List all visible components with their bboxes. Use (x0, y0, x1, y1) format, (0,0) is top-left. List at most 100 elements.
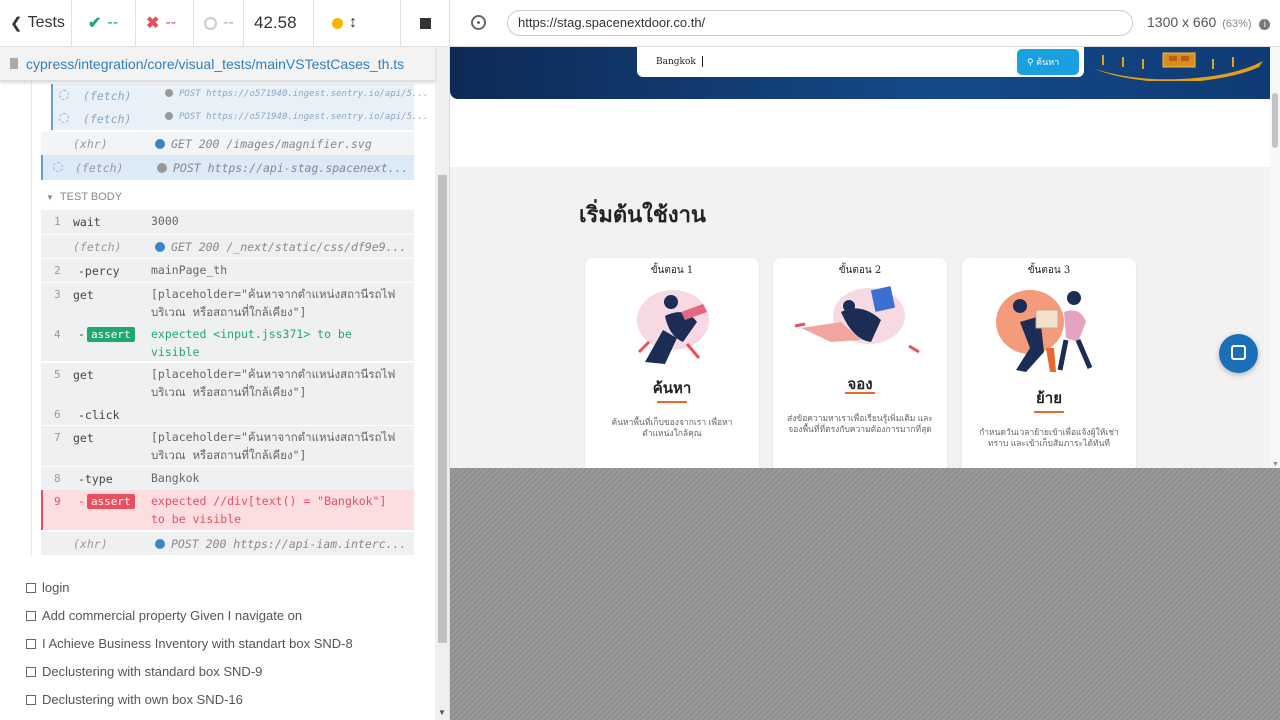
check-icon: ✔ (88, 15, 102, 32)
command-message: [placeholder="ค้นหาจากตำแหน่งสถานีรถไฟ บ… (151, 367, 396, 399)
reporter-scrollbar-thumb[interactable] (438, 175, 447, 643)
command-number: 4 (54, 328, 61, 341)
chat-launcher-button[interactable] (1219, 334, 1258, 373)
failed-count: ✖ -- (136, 0, 194, 46)
boat-illustration (1095, 52, 1263, 81)
test-title: I Achieve Business Inventory with standa… (42, 636, 353, 651)
search-input[interactable]: Bangkok (656, 57, 696, 67)
url-bar[interactable]: https://stag.spacenextdoor.co.th/ (507, 10, 1133, 36)
step-card-search: ขั้นตอน 1 ค้นหา ค้นหาพื้นที่เก็บของจากเร… (585, 258, 759, 468)
command-name: (xhr) (73, 137, 108, 151)
command-number: 6 (54, 408, 61, 421)
command-message: expected <input.jss371> to be visible (151, 327, 352, 359)
command-message: mainPage_th (151, 263, 228, 277)
command-row-type[interactable]: 8 -type Bangkok (41, 467, 414, 490)
command-number: 7 (54, 431, 61, 444)
viewport-scale: (63%) (1222, 18, 1252, 30)
command-row-click[interactable]: 6 -click (41, 403, 414, 425)
step-card-move: ขั้นตอน 3 ย้าย กำหนดวันเวลาย้ายเข้าเพื่อ… (962, 258, 1136, 468)
command-row-get[interactable]: 3 get [placeholder="ค้นหาจากตำแหน่งสถานี… (41, 283, 414, 323)
stop-icon (420, 17, 431, 29)
text-cursor (702, 56, 703, 67)
aut-scrollbar[interactable]: ▼ (1270, 47, 1280, 468)
spec-path-bar: cypress/integration/core/visual_tests/ma… (0, 47, 435, 81)
test-item[interactable]: Add commercial property Given I navigate… (26, 608, 302, 623)
command-row-fetch[interactable]: (fetch) POST https://o571940.ingest.sent… (51, 84, 428, 107)
command-row-get[interactable]: 7 get [placeholder="ค้นหาจากตำแหน่งสถานี… (41, 426, 414, 466)
command-row-percy[interactable]: 2 -percy mainPage_th (41, 259, 414, 282)
search-person-illustration (637, 290, 709, 364)
test-body-header[interactable]: ▼ TEST BODY (46, 191, 122, 203)
pending-count: -- (194, 0, 244, 46)
command-row-assert[interactable]: 4 - assert expected <input.jss371> to be … (41, 323, 414, 361)
aut-scrollbar-thumb[interactable] (1272, 93, 1278, 148)
command-row-fetch[interactable]: (fetch) GET 200 /_next/static/css/df9e9.… (41, 235, 414, 258)
tests-button[interactable]: ❮ Tests (0, 0, 72, 46)
scroll-down-arrow-icon[interactable]: ▼ (1272, 461, 1279, 468)
checkbox-icon (26, 582, 36, 593)
command-row-assert-failed[interactable]: 9 - assert expected //div[text() = "Bangk… (41, 490, 414, 530)
command-row-xhr[interactable]: (xhr) POST 200 https://api-iam.interc... (41, 532, 414, 555)
test-title: Declustering with standard box SND-9 (42, 664, 263, 679)
command-row-fetch[interactable]: (fetch) POST https://o571940.ingest.sent… (51, 107, 428, 130)
command-name: get (73, 288, 94, 302)
status-dot-icon (332, 17, 343, 29)
checkbox-icon (26, 694, 36, 705)
step-title: ค้นหา (652, 380, 692, 397)
command-name: wait (73, 215, 101, 229)
test-title: Declustering with own box SND-16 (42, 692, 243, 707)
command-name: (xhr) (73, 537, 108, 551)
test-item[interactable]: login (26, 580, 69, 595)
caret-down-icon: ▼ (46, 193, 54, 202)
search-icon: ⚲ (1027, 57, 1034, 67)
command-row-fetch[interactable]: (fetch) POST https://api-stag.spacenext.… (41, 155, 414, 180)
test-item[interactable]: I Achieve Business Inventory with standa… (26, 636, 353, 651)
selector-playground-icon[interactable] (471, 15, 486, 30)
command-row-wait[interactable]: 1 wait 3000 (41, 210, 414, 234)
aut-header: https://stag.spacenextdoor.co.th/ 1300 x… (450, 0, 1280, 47)
spec-path-link[interactable]: cypress/integration/core/visual_tests/ma… (26, 56, 404, 72)
viewport-size: 1300 x 660 (1147, 14, 1217, 30)
auto-scroll-icon[interactable]: ↕ (349, 14, 357, 32)
search-button[interactable]: ⚲ ค้นหา (1017, 49, 1079, 75)
search-button-label: ค้นหา (1036, 57, 1060, 67)
test-item[interactable]: Declustering with own box SND-16 (26, 692, 243, 707)
test-title: Add commercial property Given I navigate… (42, 608, 303, 623)
cypress-runner: ❮ Tests ✔ -- ✖ -- -- 42.58 ↕ cypress/int… (0, 0, 1280, 720)
passed-value: -- (107, 14, 119, 31)
suite-guide-line (31, 81, 32, 556)
test-item[interactable]: Declustering with standard box SND-9 (26, 664, 262, 679)
command-row-xhr[interactable]: (xhr) GET 200 /images/magnifier.svg (41, 132, 414, 155)
assert-badge: assert (86, 327, 135, 342)
command-name: get (73, 431, 94, 445)
spinner-icon (59, 113, 69, 123)
step-label: ขั้นตอน 2 (838, 265, 882, 276)
command-name: (fetch) (73, 240, 122, 254)
command-message: 3000 (151, 214, 179, 228)
step-title: ย้าย (1035, 390, 1062, 407)
command-name: (fetch) (83, 89, 132, 103)
tests-label: Tests (27, 14, 65, 31)
command-name: (fetch) (75, 161, 124, 175)
command-number: 8 (54, 472, 61, 485)
command-name: - assert (78, 327, 135, 342)
command-message: [placeholder="ค้นหาจากตำแหน่งสถานีรถไฟ บ… (151, 430, 396, 462)
command-name: (fetch) (83, 112, 132, 126)
command-row-get[interactable]: 5 get [placeholder="ค้นหาจากตำแหน่งสถานี… (41, 363, 414, 403)
stats-bar: ❮ Tests ✔ -- ✖ -- -- 42.58 ↕ (0, 0, 449, 47)
step-divider (657, 401, 687, 403)
test-title: login (42, 580, 70, 595)
duration: 42.58 (244, 0, 314, 46)
command-message: [placeholder="ค้นหาจากตำแหน่งสถานีรถไฟ บ… (151, 287, 396, 319)
chevron-left-icon: ❮ (10, 15, 23, 32)
file-icon (10, 58, 18, 69)
scroll-down-arrow-icon[interactable]: ▼ (438, 708, 446, 717)
info-icon[interactable]: i (1259, 19, 1271, 30)
command-message: expected //div[text() = "Bangkok"] to be… (151, 494, 387, 526)
controls: ↕ (314, 0, 400, 46)
command-message: GET 200 /images/magnifier.svg (155, 137, 372, 151)
command-log: (fetch) POST https://o571940.ingest.sent… (0, 81, 435, 720)
aut-iframe: Bangkok ⚲ ค้นหา ▼ เริ่มต้นใช้งาน ขั้นตอน… (450, 47, 1280, 468)
stop-button[interactable] (400, 0, 449, 46)
step-description: กำหนดวันเวลาย้ายเข้าเพื่อแจ้งผู้ให้เช่า … (979, 427, 1119, 448)
